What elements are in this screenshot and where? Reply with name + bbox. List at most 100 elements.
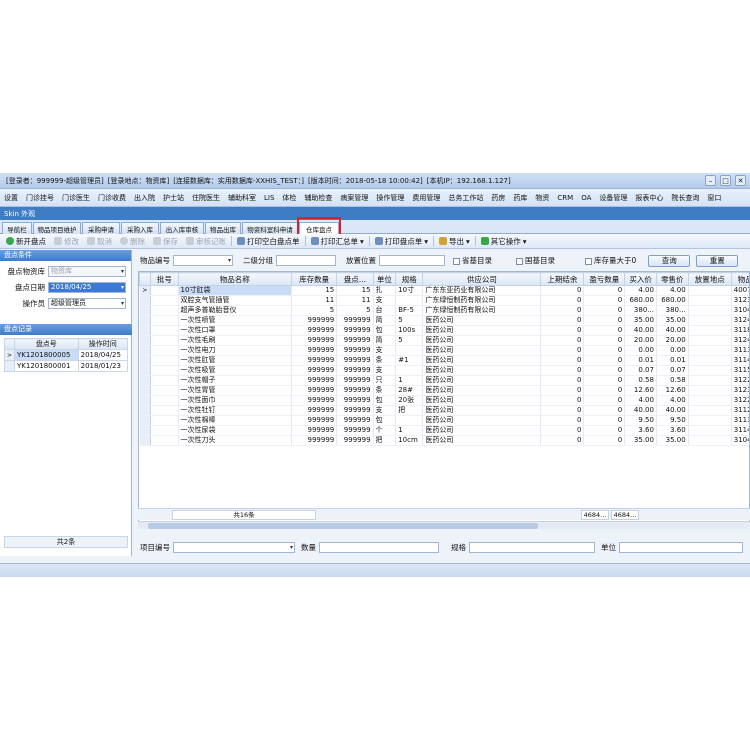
table-row[interactable]: 一次性口罩 999999 999999 包 100s 医药公司 0 0 40.00 40.00 31… [139, 325, 749, 336]
item-code-select[interactable]: ▾ [173, 255, 233, 266]
export-button[interactable]: 导出 ▾ [435, 236, 474, 247]
national-catalog-checkbox[interactable]: 国基目录 [516, 255, 555, 266]
menu-item[interactable]: 设置 [4, 193, 18, 203]
print-blank-button[interactable]: 打印空白盘点单 [233, 236, 304, 247]
menu-item[interactable]: CRM [557, 194, 573, 202]
reset-button[interactable]: 重置 [696, 254, 739, 267]
column-header[interactable]: 批号 [150, 272, 179, 286]
tab-inout-review[interactable]: 出入库审核 [160, 222, 204, 234]
column-header[interactable]: 放置地点 [687, 272, 732, 286]
close-icon[interactable]: ✕ [735, 175, 746, 186]
menu-item[interactable]: 药库 [513, 193, 527, 203]
cancel-button[interactable]: 取消 [83, 236, 116, 247]
query-button[interactable]: 查询 [648, 254, 691, 267]
menu-item[interactable]: 住院医生 [192, 193, 220, 203]
unit-input[interactable] [619, 541, 743, 553]
column-header[interactable]: 单位 [372, 272, 397, 286]
menu-item[interactable]: 体检 [282, 193, 296, 203]
quantity-input[interactable] [319, 541, 439, 553]
table-row[interactable]: 双腔支气管插管1111支广东绿恒制药有限公司00680.00680.003123… [139, 295, 749, 306]
scrollbar-thumb[interactable] [148, 523, 538, 529]
menu-item[interactable]: 出入院 [134, 193, 155, 203]
table-row[interactable]: 超声多普勒胎音仪 5 5 台 BF-5 广东绿恒制药有限公司 0 0 380... 380... 3… [139, 305, 749, 316]
table-row[interactable]: >10寸肛袋1515扎10寸广东东亚药业有限公司004.004.0040076正… [139, 285, 749, 296]
menu-item[interactable]: 辅助科室 [228, 193, 256, 203]
table-row[interactable]: 一次性胃管 999999 999999 条 28# 医药公司 0 0 12.60 12.60 312… [139, 385, 749, 396]
tab-warehouse-check[interactable]: 仓库盘点 [299, 222, 339, 234]
menu-item[interactable]: 总务工作站 [448, 193, 483, 203]
grid-cell: 0 [540, 345, 585, 356]
table-row[interactable]: 一次性棉棒999999999999包医药公司009.509.50311344正常 [139, 415, 749, 426]
post-button[interactable]: 审核记账 [182, 236, 230, 247]
tab-navigation[interactable]: 导航栏 [2, 222, 32, 234]
bottom-item-code-input[interactable]: ▾ [173, 541, 295, 553]
location-input[interactable] [379, 255, 445, 266]
stock-gt-zero-checkbox[interactable]: 库存量大于0 [585, 255, 636, 266]
menu-item[interactable]: 门诊挂号 [26, 193, 54, 203]
menu-item[interactable]: 门诊收费 [98, 193, 126, 203]
table-row[interactable]: 一次性喷管999999999999简5医药公司0035.0035.0031242… [139, 315, 749, 326]
menu-item[interactable]: 物资 [535, 193, 549, 203]
menu-item[interactable]: 报表中心 [635, 193, 663, 203]
column-header[interactable]: 库存数量 [290, 272, 338, 286]
table-row[interactable]: 一次性牡钉999999999999支把医药公司0040.0040.0031127… [139, 405, 749, 416]
restore-icon[interactable]: □ [720, 175, 731, 186]
menu-item[interactable]: 费用管理 [412, 193, 440, 203]
menu-item[interactable]: 窗口 [707, 193, 721, 203]
column-header[interactable]: 规格 [395, 272, 424, 286]
menu-item[interactable]: 护士站 [163, 193, 184, 203]
minimize-icon[interactable]: – [705, 175, 716, 186]
print-summary-button[interactable]: 打印汇总单 ▾ [307, 236, 368, 247]
table-row[interactable]: YK1201800001 2018/01/23 [3, 360, 129, 372]
group-select[interactable] [276, 255, 336, 266]
warehouse-select[interactable]: 物资库 ▾ [48, 266, 126, 277]
menu-item[interactable]: 院长查询 [671, 193, 699, 203]
menu-item[interactable]: 操作管理 [376, 193, 404, 203]
column-header[interactable]: 物品编号 [730, 272, 749, 286]
date-picker[interactable]: 2018/04/25 ▾ [48, 282, 126, 293]
operator-select[interactable]: 超级管理员 ▾ [48, 298, 126, 309]
column-header[interactable]: 盘点... [336, 272, 374, 286]
column-header[interactable]: 盈亏数量 [583, 272, 626, 286]
skin-label[interactable]: Skin 外观 [4, 209, 35, 219]
menu-item[interactable]: 病案管理 [340, 193, 368, 203]
column-header[interactable]: 操作时间 [77, 338, 129, 350]
menu-item[interactable]: 辅助检查 [304, 193, 332, 203]
other-ops-button[interactable]: 其它操作 ▾ [477, 236, 531, 247]
column-header[interactable]: 供应公司 [422, 272, 542, 286]
tab-item-maintenance[interactable]: 物品项目维护 [33, 222, 81, 234]
menu-item[interactable]: OA [581, 194, 591, 202]
column-header[interactable]: 盘点号 [14, 338, 79, 350]
table-row[interactable]: 一次性刀头 999999 999999 把 10cm 医药公司 0 0 35.00 35.00 31… [139, 435, 749, 446]
tab-dept-request[interactable]: 物资科室科申请 [242, 222, 298, 234]
column-header[interactable]: 物品名称 [177, 272, 292, 286]
column-header[interactable]: 买入价 [624, 272, 657, 286]
print-check-button[interactable]: 打印盘点单 ▾ [371, 236, 432, 247]
menu-item[interactable]: 门诊医生 [62, 193, 90, 203]
menu-item[interactable]: LIS [264, 194, 274, 202]
edit-button[interactable]: 修改 [50, 236, 83, 247]
table-row[interactable]: 一次性肛管999999999999条#1医药公司000.010.01311400… [139, 355, 749, 366]
menu-item[interactable]: 药房 [491, 193, 505, 203]
column-header[interactable]: 零售价 [655, 272, 689, 286]
table-row[interactable]: 一次性帽子999999999999只1医药公司000.580.58312232正… [139, 375, 749, 386]
delete-button[interactable]: 删除 [116, 236, 149, 247]
table-row[interactable]: > YK1201800005 2018/04/25 [3, 349, 129, 361]
menu-item[interactable]: 设备管理 [599, 193, 627, 203]
table-row[interactable]: 一次性尿袋999999999999个1医药公司003.603.60311404正… [139, 425, 749, 436]
spec-input[interactable] [469, 541, 595, 553]
column-header[interactable]: 上期结余 [540, 272, 585, 286]
province-catalog-checkbox[interactable]: 省基目录 [453, 255, 492, 266]
horizontal-scrollbar[interactable] [138, 521, 750, 529]
tab-purchase-inbound[interactable]: 采购入库 [121, 222, 159, 234]
tab-purchase-request[interactable]: 采购申请 [82, 222, 120, 234]
table-row[interactable]: 一次性面巾999999999999包20张医药公司004.004.0031229… [139, 395, 749, 406]
table-row[interactable]: 一次性毛刷999999999999简5医药公司0020.0020.0031242… [139, 335, 749, 346]
new-check-button[interactable]: 新开盘点 [2, 236, 50, 247]
table-row[interactable]: 一次性吸管999999999999支医药公司000.070.07311560正常 [139, 365, 749, 376]
grid-cell: 只 [373, 375, 397, 386]
tab-item-outbound[interactable]: 物品出库 [205, 222, 241, 234]
inventory-table: 批号 物品名称 库存数量 盘点... 单位 规格 供应公司 上期结余 盈亏数量 买入价 零售价 放置地… [139, 272, 749, 446]
table-row[interactable]: 一次性电刀999999999999支医药公司000.000.00311316正常 [139, 345, 749, 356]
save-button[interactable]: 保存 [149, 236, 182, 247]
